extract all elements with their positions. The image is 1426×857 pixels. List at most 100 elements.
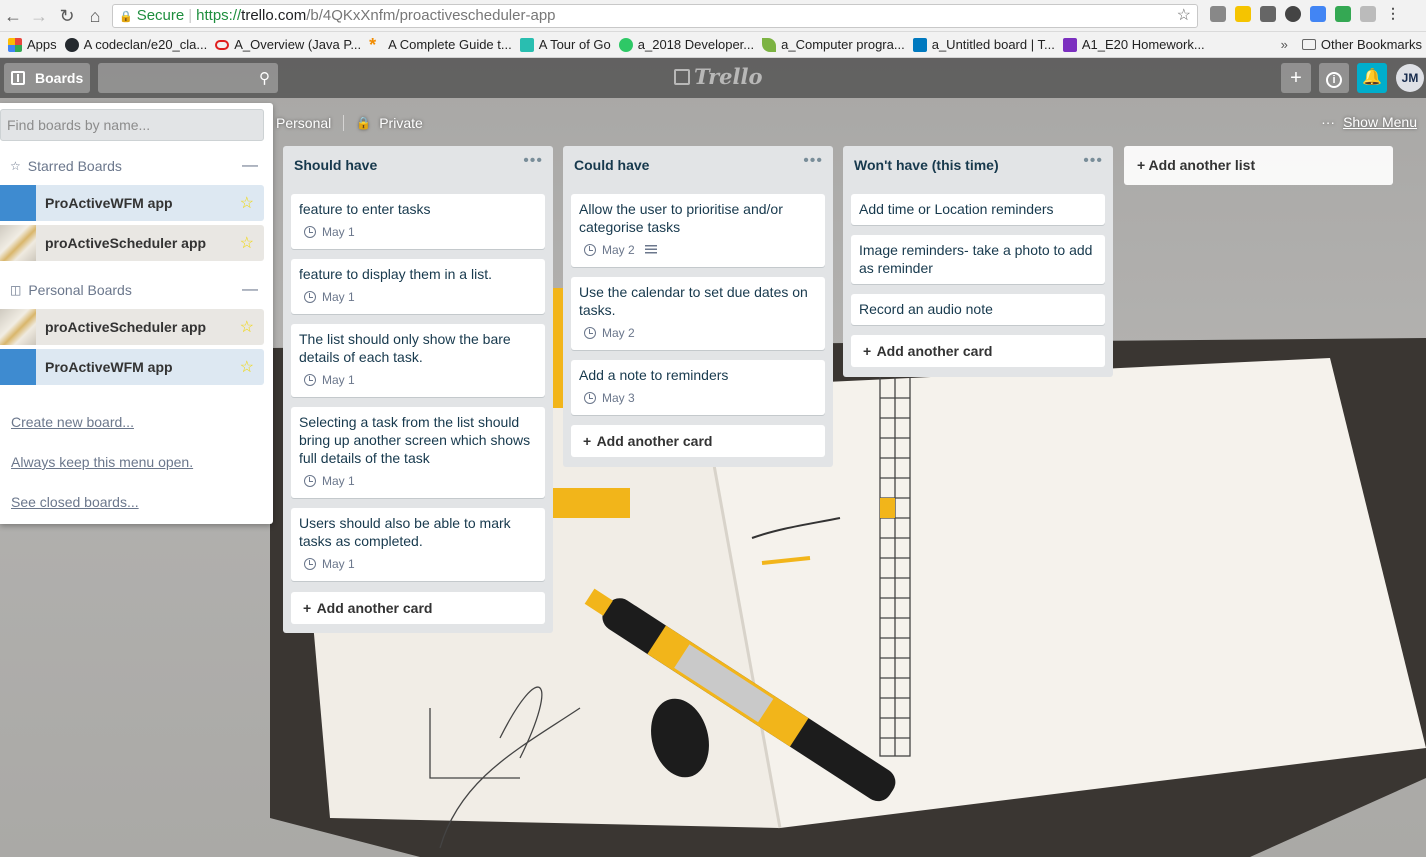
board-name: proActiveScheduler app bbox=[45, 319, 207, 335]
board-icon: ◫ bbox=[10, 283, 22, 297]
section-label: Personal Boards bbox=[28, 282, 132, 298]
card-title: Users should also be able to mark tasks … bbox=[299, 515, 511, 549]
extension-icon[interactable] bbox=[1235, 6, 1251, 22]
keep-menu-open-link[interactable]: Always keep this menu open. bbox=[11, 454, 193, 470]
card[interactable]: Record an audio note bbox=[851, 294, 1105, 325]
add-card-button[interactable]: + Add another card bbox=[851, 335, 1105, 367]
star-icon[interactable]: ☆ bbox=[240, 357, 254, 377]
list-could-have: Could have ••• Allow the user to priorit… bbox=[563, 146, 833, 467]
bookmark-item[interactable]: A_Overview (Java P... bbox=[215, 37, 361, 52]
star-icon[interactable]: ☆ bbox=[240, 317, 254, 337]
clock-icon bbox=[304, 291, 316, 303]
boards-button[interactable]: Boards bbox=[4, 63, 90, 93]
create-board-link[interactable]: Create new board... bbox=[11, 414, 134, 430]
clock-icon bbox=[304, 475, 316, 487]
create-button[interactable]: + bbox=[1281, 63, 1311, 93]
extension-icon[interactable] bbox=[1260, 6, 1276, 22]
visibility-label[interactable]: Private bbox=[379, 115, 423, 131]
list-title[interactable]: Could have bbox=[574, 157, 649, 173]
board-item[interactable]: proActiveScheduler app ☆ bbox=[0, 225, 264, 261]
bookmark-label: A Tour of Go bbox=[538, 37, 611, 52]
collapse-icon[interactable]: — bbox=[242, 157, 258, 175]
forward-arrow-icon[interactable]: → bbox=[28, 5, 50, 27]
board-name: ProActiveWFM app bbox=[45, 195, 173, 211]
clock-icon bbox=[584, 327, 596, 339]
board-item[interactable]: ProActiveWFM app ☆ bbox=[0, 349, 264, 385]
chrome-menu-icon[interactable]: ⋮ bbox=[1385, 6, 1401, 22]
clock-icon bbox=[584, 244, 596, 256]
bookmark-item[interactable]: A1_E20 Homework... bbox=[1062, 37, 1205, 52]
header-search-input[interactable]: ⚲ bbox=[98, 63, 278, 93]
trello-icon bbox=[912, 37, 927, 52]
notifications-button[interactable]: 🔔 bbox=[1357, 63, 1387, 93]
list-menu-dots-icon[interactable]: ••• bbox=[1083, 152, 1103, 170]
collapse-icon[interactable]: — bbox=[242, 281, 258, 299]
card-title: feature to display them in a list. bbox=[299, 266, 492, 282]
star-outline-icon: ☆ bbox=[10, 159, 21, 173]
due-date: May 1 bbox=[322, 225, 355, 239]
translate-icon[interactable] bbox=[1310, 6, 1326, 22]
add-card-button[interactable]: + Add another card bbox=[291, 592, 545, 624]
due-badge: May 1 bbox=[304, 474, 355, 488]
card[interactable]: feature to display them in a list. May 1 bbox=[291, 259, 545, 314]
card[interactable]: Image reminders- take a photo to add as … bbox=[851, 235, 1105, 284]
bell-icon: 🔔 bbox=[1362, 69, 1382, 86]
bookmark-item[interactable]: A Tour of Go bbox=[519, 37, 611, 52]
bookmark-label: a_Computer progra... bbox=[781, 37, 905, 52]
card[interactable]: Use the calendar to set due dates on tas… bbox=[571, 277, 825, 350]
show-menu-link[interactable]: ··· Show Menu bbox=[1321, 114, 1417, 130]
card[interactable]: feature to enter tasks May 1 bbox=[291, 194, 545, 249]
list-menu-dots-icon[interactable]: ••• bbox=[523, 152, 543, 170]
star-icon[interactable]: ☆ bbox=[240, 233, 254, 253]
info-button[interactable]: i bbox=[1319, 63, 1349, 93]
extension-icon[interactable] bbox=[1360, 6, 1376, 22]
extension-icon[interactable] bbox=[1210, 6, 1226, 22]
home-icon[interactable]: ⌂ bbox=[84, 5, 106, 27]
evernote-icon[interactable] bbox=[1285, 6, 1301, 22]
card[interactable]: Add a note to reminders May 3 bbox=[571, 360, 825, 415]
due-badge: May 3 bbox=[584, 391, 635, 405]
card[interactable]: Add time or Location reminders bbox=[851, 194, 1105, 225]
list-title[interactable]: Won't have (this time) bbox=[854, 157, 999, 173]
trello-logo-icon bbox=[674, 68, 690, 85]
board-item[interactable]: ProActiveWFM app ☆ bbox=[0, 185, 264, 221]
bookmark-item[interactable]: * A Complete Guide t... bbox=[369, 36, 512, 54]
card-title: Selecting a task from the list should br… bbox=[299, 414, 531, 466]
card-title: Record an audio note bbox=[859, 301, 993, 317]
board-thumbnail bbox=[0, 185, 36, 221]
bookmark-item[interactable]: A codeclan/e20_cla... bbox=[64, 37, 207, 52]
bookmark-item[interactable]: Apps bbox=[8, 37, 57, 52]
bookmark-item[interactable]: a_2018 Developer... bbox=[618, 37, 754, 52]
team-label[interactable]: Personal bbox=[276, 115, 331, 131]
drive-icon[interactable] bbox=[1335, 6, 1351, 22]
card[interactable]: Allow the user to prioritise and/or cate… bbox=[571, 194, 825, 267]
closed-boards-link[interactable]: See closed boards... bbox=[11, 494, 139, 510]
due-date: May 2 bbox=[602, 326, 635, 340]
avatar[interactable]: JM bbox=[1396, 64, 1424, 92]
card-title: Add time or Location reminders bbox=[859, 201, 1054, 217]
description-icon bbox=[644, 245, 657, 255]
other-bookmarks[interactable]: » Other Bookmarks bbox=[1281, 37, 1422, 52]
address-bar[interactable]: 🔒 Secure | https://trello.com/b/4QKxXnfm/pr… bbox=[112, 4, 1198, 28]
bookmark-item[interactable]: a_Computer progra... bbox=[762, 37, 905, 52]
board-item[interactable]: proActiveScheduler app ☆ bbox=[0, 309, 264, 345]
trello-logo[interactable]: Trello bbox=[674, 64, 763, 89]
card-title: Allow the user to prioritise and/or cate… bbox=[579, 201, 783, 235]
add-list-button[interactable]: + Add another list bbox=[1124, 146, 1393, 185]
search-icon[interactable]: ⚲ bbox=[259, 69, 270, 87]
add-card-button[interactable]: + Add another card bbox=[571, 425, 825, 457]
card[interactable]: Users should also be able to mark tasks … bbox=[291, 508, 545, 581]
list-title[interactable]: Should have bbox=[294, 157, 377, 173]
chevron-right-icon[interactable]: » bbox=[1281, 37, 1288, 52]
bookmarks-bar: Apps A codeclan/e20_cla... A_Overview (J… bbox=[0, 32, 1426, 58]
boards-drawer: Find boards by name... ☆ Starred Boards … bbox=[0, 103, 273, 524]
list-menu-dots-icon[interactable]: ••• bbox=[803, 152, 823, 170]
card[interactable]: The list should only show the bare detai… bbox=[291, 324, 545, 397]
bookmark-item[interactable]: a_Untitled board | T... bbox=[912, 37, 1055, 52]
back-arrow-icon[interactable]: ← bbox=[2, 5, 24, 27]
reload-icon[interactable]: ↻ bbox=[56, 5, 78, 27]
find-boards-input[interactable]: Find boards by name... bbox=[0, 109, 264, 141]
bookmark-star-icon[interactable]: ☆ bbox=[1177, 5, 1191, 27]
star-icon[interactable]: ☆ bbox=[240, 193, 254, 213]
card[interactable]: Selecting a task from the list should br… bbox=[291, 407, 545, 498]
